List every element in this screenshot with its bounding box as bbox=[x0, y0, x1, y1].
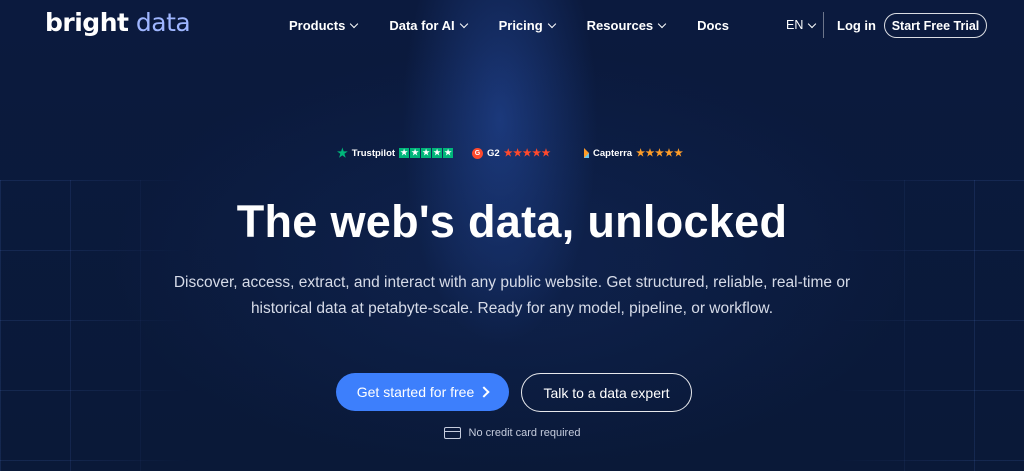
talk-to-expert-button[interactable]: Talk to a data expert bbox=[521, 373, 692, 412]
trustpilot-rating[interactable]: ★ Trustpilot ★ ★ ★ ★ ★ bbox=[337, 145, 454, 161]
g2-logo-icon: G bbox=[472, 147, 483, 159]
nav-pricing-label: Pricing bbox=[498, 18, 543, 33]
capterra-stars: ★★★★★ bbox=[636, 147, 684, 159]
get-started-label: Get started for free bbox=[356, 384, 475, 400]
chevron-down-icon bbox=[547, 19, 556, 29]
trustpilot-stars: ★ ★ ★ ★ ★ bbox=[399, 148, 454, 158]
nav-products[interactable]: Products bbox=[289, 18, 359, 33]
no-credit-card-text: No credit card required bbox=[468, 427, 581, 439]
hero-title: The web's data, unlocked bbox=[236, 196, 788, 247]
nav-resources-label: Resources bbox=[586, 18, 654, 33]
trustpilot-star-icon: ★ bbox=[337, 146, 348, 160]
trustpilot-label: Trustpilot bbox=[351, 147, 396, 159]
bright-data-logo[interactable]: bright data bbox=[45, 8, 191, 37]
g2-stars: ★★★★★ bbox=[503, 147, 552, 159]
start-free-trial-button[interactable]: Start Free Trial bbox=[884, 13, 987, 38]
login-link[interactable]: Log in bbox=[837, 18, 876, 33]
star-icon: ★ bbox=[410, 148, 421, 158]
nav-products-label: Products bbox=[289, 18, 346, 33]
chevron-down-icon bbox=[350, 19, 359, 29]
g2-label: G2 bbox=[487, 147, 500, 159]
capterra-label: Capterra bbox=[593, 147, 633, 159]
get-started-button[interactable]: Get started for free bbox=[336, 373, 509, 411]
nav-docs[interactable]: Docs bbox=[697, 18, 729, 33]
header-divider bbox=[823, 12, 824, 38]
main-nav: Products Data for AI Pricing Resources D… bbox=[289, 18, 729, 33]
hero-subtitle: Discover, access, extract, and interact … bbox=[173, 274, 851, 317]
g2-rating[interactable]: G G2 ★★★★★ bbox=[472, 145, 551, 161]
language-selector[interactable]: EN bbox=[786, 18, 817, 32]
site-header: bright data Products Data for AI Pricing… bbox=[0, 0, 1024, 52]
capterra-logo-icon bbox=[584, 148, 589, 158]
chevron-down-icon bbox=[459, 19, 468, 29]
chevron-down-icon bbox=[808, 19, 817, 28]
logo-word-bright: bright bbox=[45, 8, 129, 37]
nav-data-for-ai[interactable]: Data for AI bbox=[389, 18, 468, 33]
credit-card-icon bbox=[443, 427, 461, 439]
nav-data-for-ai-label: Data for AI bbox=[389, 18, 455, 33]
nav-pricing[interactable]: Pricing bbox=[498, 18, 556, 33]
star-icon: ★ bbox=[399, 148, 410, 158]
chevron-down-icon bbox=[657, 19, 667, 29]
star-icon: ★ bbox=[421, 148, 432, 158]
star-icon: ★ bbox=[432, 148, 443, 158]
no-credit-card-note: No credit card required bbox=[0, 427, 1024, 439]
star-icon: ★ bbox=[443, 148, 454, 158]
language-label: EN bbox=[786, 18, 804, 32]
nav-resources[interactable]: Resources bbox=[586, 18, 667, 33]
logo-word-data: data bbox=[135, 8, 191, 37]
capterra-rating[interactable]: Capterra ★★★★★ bbox=[584, 145, 683, 161]
chevron-right-icon bbox=[478, 386, 490, 398]
nav-docs-label: Docs bbox=[697, 18, 729, 33]
